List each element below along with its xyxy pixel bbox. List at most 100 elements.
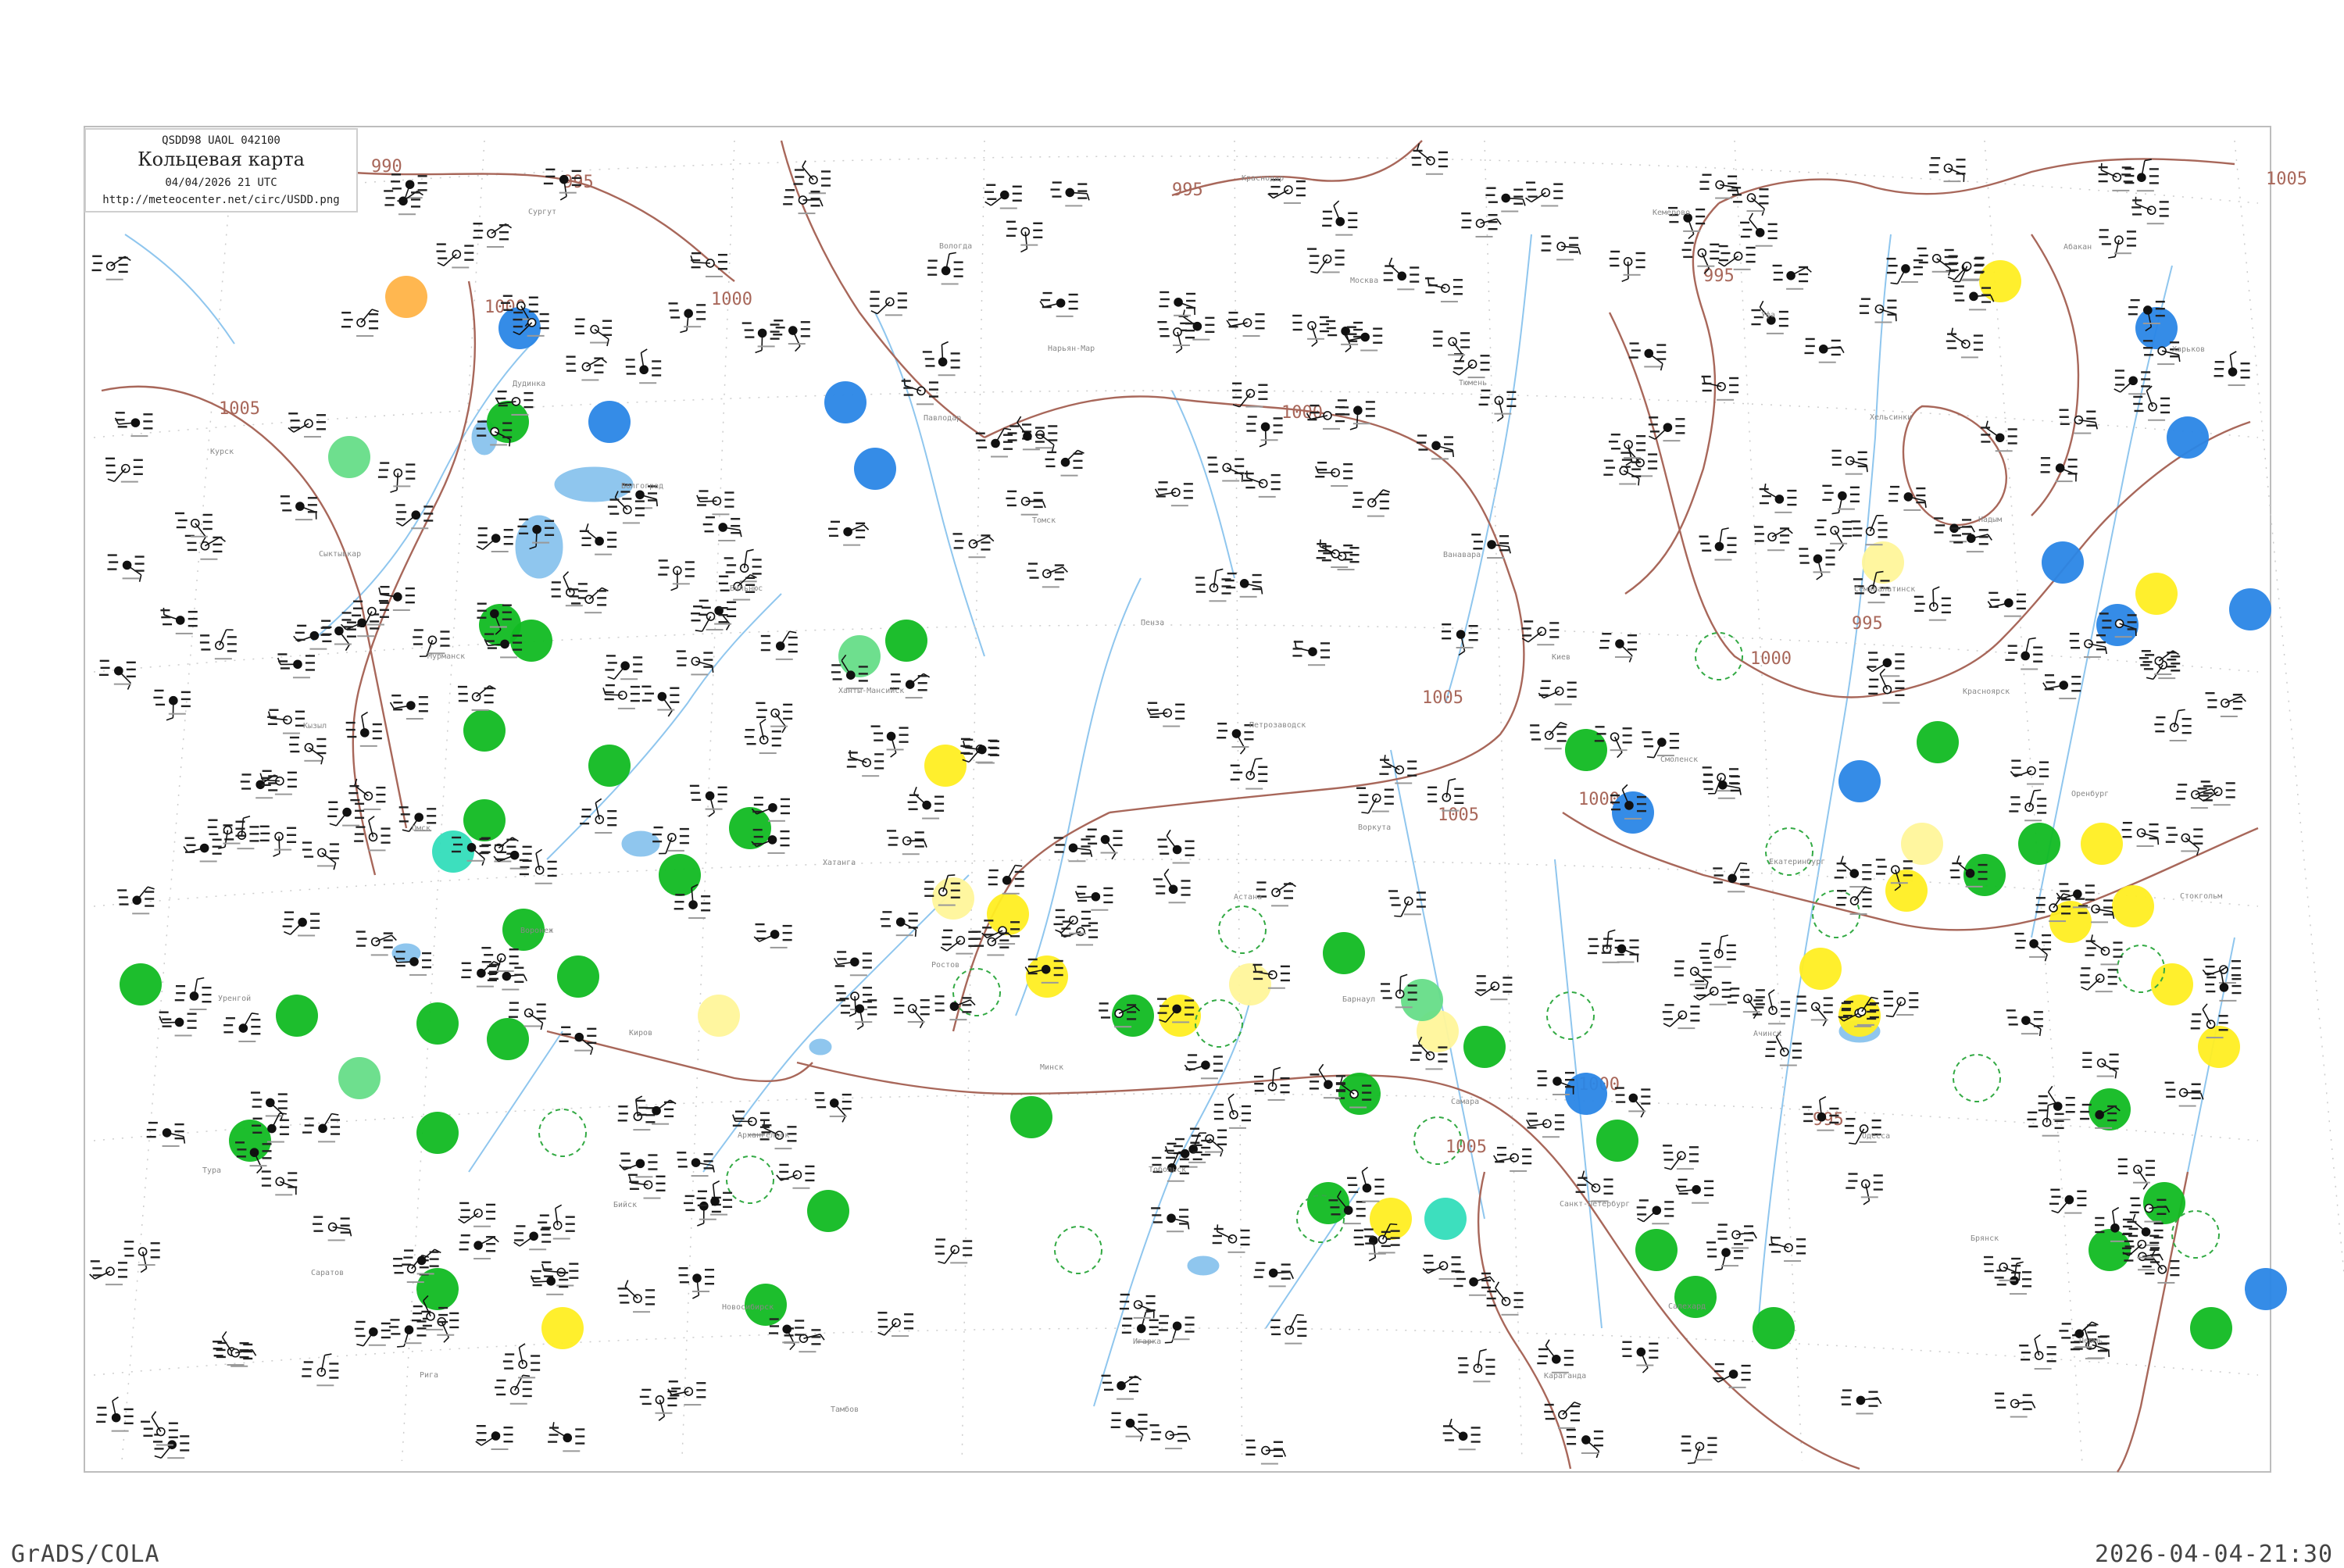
place-label: Пенза bbox=[1141, 619, 1164, 627]
source-url[interactable]: http://meteocenter.net/circ/USDD.png bbox=[86, 194, 356, 206]
place-label: Тюмень bbox=[1459, 379, 1487, 388]
isobar-label: 1000 bbox=[711, 290, 752, 309]
place-label: Харьков bbox=[2172, 345, 2205, 354]
place-label: Санкт-Петербург bbox=[1560, 1199, 1630, 1209]
place-label: Новосибирск bbox=[722, 1302, 774, 1312]
weather-highlight-circle bbox=[1424, 1198, 1467, 1240]
place-label: Игарка bbox=[1133, 1338, 1161, 1346]
weather-highlight-circle bbox=[1917, 721, 1959, 763]
weather-highlight-circle bbox=[1838, 760, 1881, 802]
isobar-label: 1005 bbox=[2266, 170, 2307, 189]
place-label: Караганда bbox=[1544, 1372, 1586, 1380]
place-label: Одесса bbox=[1862, 1132, 1890, 1141]
weather-highlight-circle bbox=[659, 854, 701, 896]
synoptic-map: 9909951000100510009951000100510059951000… bbox=[0, 0, 2344, 1563]
weather-highlight-circle bbox=[885, 620, 927, 662]
weather-highlight-circle bbox=[2143, 1182, 2185, 1224]
place-label: Минск bbox=[1040, 1063, 1063, 1072]
weather-highlight-circle bbox=[2167, 416, 2209, 459]
weather-highlight-circle bbox=[1565, 729, 1607, 771]
weather-highlight-circle bbox=[510, 620, 552, 662]
weather-highlight-circle bbox=[1635, 1229, 1678, 1271]
isobar-label: 995 bbox=[1172, 180, 1203, 200]
place-label: Киев bbox=[1552, 653, 1570, 662]
isobar-label: 1005 bbox=[1422, 688, 1463, 708]
place-label: Курск bbox=[210, 448, 234, 456]
product-code: QSDD98 UAOL 042100 bbox=[86, 134, 356, 147]
weather-highlight-circle bbox=[1463, 1026, 1506, 1068]
weather-highlight-circle bbox=[2042, 541, 2084, 584]
weather-highlight-circle bbox=[1229, 963, 1271, 1005]
place-label: Пермь bbox=[2079, 1337, 2103, 1345]
weather-highlight-circle bbox=[1799, 948, 1842, 990]
weather-highlight-circle bbox=[2198, 1026, 2240, 1068]
place-label: Ханты-Мансийск bbox=[838, 686, 904, 695]
weather-highlight-circle bbox=[416, 1002, 459, 1045]
weather-highlight-circle bbox=[487, 1018, 529, 1060]
place-label: Кемерово bbox=[1653, 209, 1690, 217]
isobar-label: 1005 bbox=[1438, 805, 1479, 825]
weather-highlight-circle bbox=[2229, 588, 2271, 630]
weather-highlight-circle bbox=[463, 709, 506, 752]
place-label: Нарьян-Мар bbox=[1048, 345, 1095, 353]
weather-highlight-circle bbox=[385, 276, 427, 318]
weather-highlight-circle bbox=[588, 745, 631, 787]
place-label: Сыктывкар bbox=[319, 550, 361, 559]
place-label: Екатеринбург bbox=[1769, 857, 1825, 866]
place-label: Смоленск bbox=[1660, 755, 1698, 764]
weather-highlight-circle bbox=[1338, 1073, 1381, 1115]
place-label: Павлодар bbox=[924, 414, 961, 423]
place-label: Барнаул bbox=[1342, 995, 1375, 1004]
place-label: Ачинск bbox=[1753, 1030, 1781, 1038]
weather-highlight-circle bbox=[1901, 823, 1943, 865]
weather-highlight-circle bbox=[824, 381, 866, 423]
weather-highlight-circle bbox=[1674, 1276, 1717, 1318]
weather-highlight-circle bbox=[416, 1112, 459, 1154]
place-label: Саратов bbox=[311, 1269, 344, 1277]
weather-highlight-circle bbox=[463, 799, 506, 841]
weather-highlight-circle bbox=[1159, 995, 1201, 1037]
weather-highlight-circle bbox=[1010, 1096, 1052, 1138]
weather-highlight-circle bbox=[987, 893, 1029, 935]
place-label: Уфа bbox=[1761, 310, 1775, 320]
place-label: Рига bbox=[420, 1371, 438, 1380]
weather-highlight-circle bbox=[541, 1307, 584, 1349]
weather-highlight-circle bbox=[1323, 932, 1365, 974]
place-label: Хельсинки bbox=[1870, 413, 1912, 422]
place-label: Хатанга bbox=[823, 859, 856, 867]
place-label: Омск bbox=[412, 824, 431, 833]
place-label: Тура bbox=[202, 1166, 221, 1175]
isobar-label: 1000 bbox=[1750, 649, 1792, 669]
isobar-label: 1005 bbox=[1445, 1138, 1487, 1157]
weather-highlight-circle bbox=[588, 401, 631, 443]
place-label: Вологда bbox=[939, 242, 972, 251]
generation-timestamp: 2026-04-04-21:30 bbox=[2095, 1541, 2333, 1568]
place-label: Самара bbox=[1451, 1098, 1479, 1106]
map-datetime: 04/04/2026 21 UTC bbox=[86, 177, 356, 189]
weather-highlight-circle bbox=[2190, 1307, 2232, 1349]
place-label: Семипалатинск bbox=[1854, 585, 1915, 594]
weather-highlight-circle bbox=[1862, 541, 1904, 584]
place-label: Уренгой bbox=[218, 994, 251, 1003]
place-label: Стокгольм bbox=[2180, 892, 2222, 901]
weather-highlight-circle bbox=[2245, 1268, 2287, 1310]
map-title: Кольцевая карта bbox=[86, 148, 356, 170]
weather-highlight-circle bbox=[854, 448, 896, 490]
place-label: Томск bbox=[1032, 516, 1056, 525]
place-label: Надым bbox=[1978, 516, 2002, 524]
weather-highlight-circle bbox=[1370, 1198, 1412, 1240]
place-label: Астана bbox=[1234, 893, 1262, 902]
place-label: Ростов bbox=[931, 961, 959, 970]
weather-highlight-circle bbox=[807, 1190, 849, 1232]
weather-highlight-circle bbox=[328, 436, 370, 478]
title-box: QSDD98 UAOL 042100 Кольцевая карта 04/04… bbox=[84, 128, 358, 213]
software-credit: GrADS/COLA bbox=[11, 1541, 160, 1568]
place-label: Дудинка bbox=[513, 380, 545, 388]
weather-highlight-circle bbox=[338, 1057, 381, 1099]
place-label: Вильнюс bbox=[730, 584, 763, 593]
weather-highlight-circle bbox=[1401, 979, 1443, 1021]
weather-highlight-circle bbox=[1596, 1120, 1638, 1162]
place-label: Волгоград bbox=[621, 482, 663, 491]
place-label: Петрозаводск bbox=[1249, 721, 1306, 730]
weather-highlight-circle bbox=[1753, 1307, 1795, 1349]
